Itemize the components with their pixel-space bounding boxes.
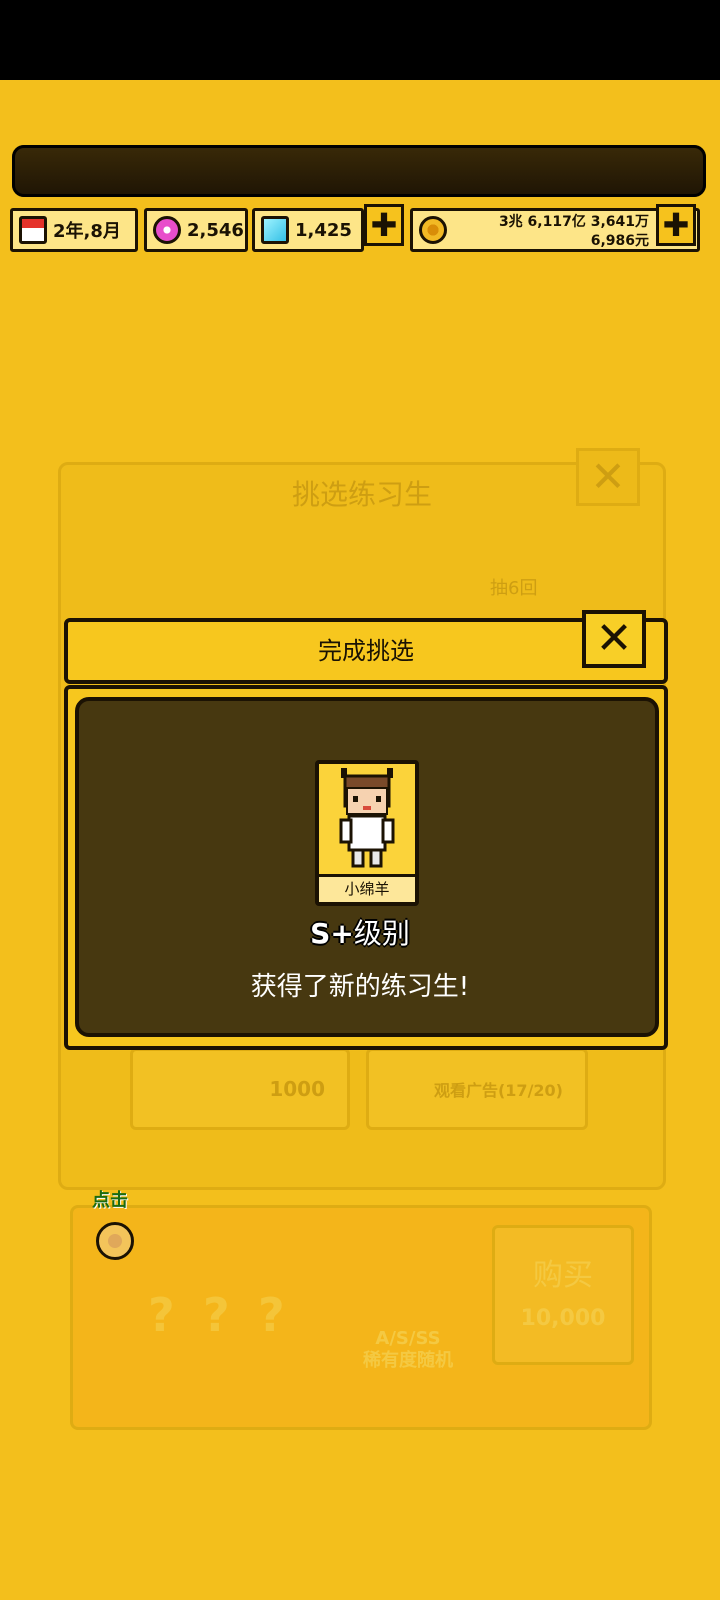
rarity-random-text: 稀有度随机	[363, 1350, 453, 1371]
grade-label: S+级别	[0, 912, 720, 952]
modal-title: 完成挑选	[318, 637, 414, 665]
click-hint-label: 点击	[92, 1190, 128, 1211]
coin-icon	[419, 216, 447, 244]
rarity-random-label: A/S/SS 稀有度随机	[346, 1328, 470, 1372]
modal-close-button[interactable]: ✕	[582, 610, 646, 668]
buy-button: 购买 10,000	[492, 1225, 634, 1365]
cookie-icon[interactable]	[96, 1222, 134, 1260]
money-value: 3兆 6,117亿 3,641万 6,986元	[499, 213, 649, 251]
modal-header: 完成挑选	[64, 618, 668, 684]
cyan-gem-display: 1,425	[252, 208, 364, 252]
resource-bar: 2年,8月 2,546 1,425 ✚ 3兆 6,117亿 3,641万 6,9…	[10, 204, 710, 254]
trainee-name: 小绵羊	[319, 874, 415, 902]
gem-cost-button: 1000	[130, 1048, 350, 1130]
date-display: 2年,8月	[10, 208, 138, 252]
money-line-1: 3兆 6,117亿 3,641万	[498, 214, 649, 230]
top-name-bar	[12, 145, 706, 197]
buy-label: 购买	[533, 1258, 593, 1293]
status-bar	[0, 0, 720, 80]
select-panel-close-button: ✕	[576, 448, 640, 506]
unknown-trainee-1: ?	[148, 1288, 175, 1342]
trainee-portrait-icon	[339, 768, 395, 868]
date-value: 2年,8月	[53, 221, 121, 242]
grade-suffix: 级别	[353, 917, 410, 950]
rarity-grades: A/S/SS	[375, 1328, 441, 1349]
pink-gem-icon	[153, 216, 181, 244]
select-panel-title: 挑选练习生	[291, 478, 432, 511]
money-line-2: 6,986元	[590, 233, 649, 249]
watch-ad-button: 观看广告(17/20)	[366, 1048, 588, 1130]
draw-count-label: 抽6回	[490, 578, 538, 599]
add-gems-button[interactable]: ✚	[364, 204, 404, 246]
new-trainee-message: 获得了新的练习生!	[250, 972, 470, 1002]
unknown-trainee-3: ?	[258, 1288, 285, 1342]
buy-cost: 10,000	[520, 1306, 606, 1331]
trainee-card[interactable]: 小绵羊	[315, 760, 419, 906]
calendar-icon	[19, 216, 47, 244]
pink-gem-value: 2,546	[187, 219, 244, 241]
add-money-button[interactable]: ✚	[656, 204, 696, 246]
grade-value: S+	[310, 917, 354, 950]
cyan-gem-value: 1,425	[295, 219, 352, 241]
pink-gem-display: 2,546	[144, 208, 248, 252]
cyan-gem-icon	[261, 216, 289, 244]
unknown-trainee-2: ?	[203, 1288, 230, 1342]
